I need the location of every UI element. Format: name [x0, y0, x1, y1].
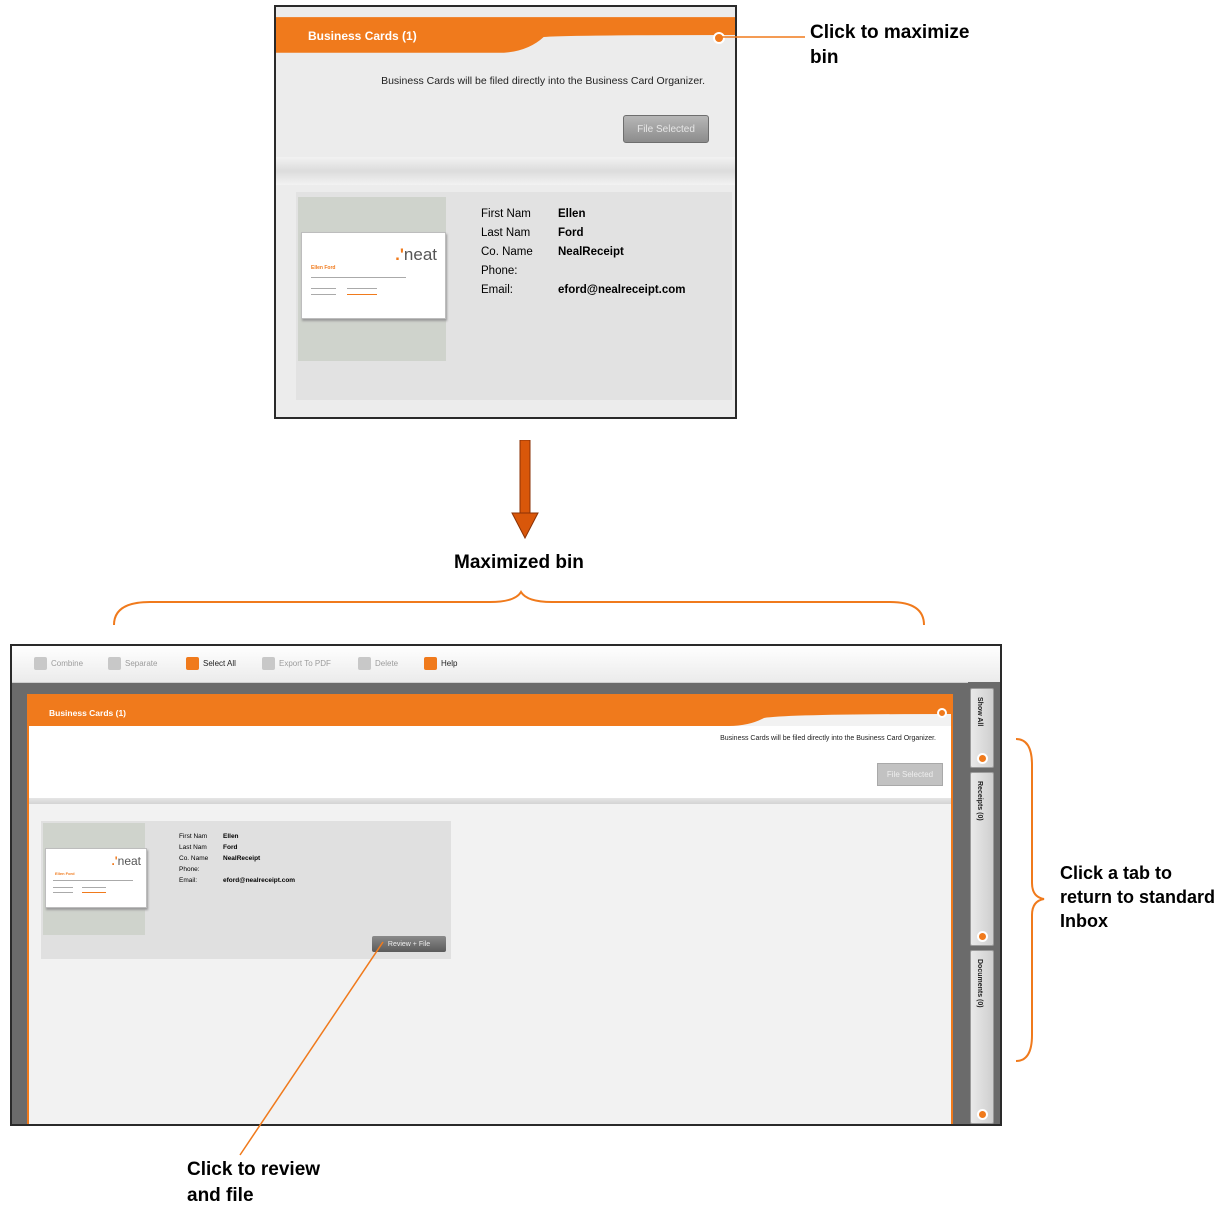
- field-value: NealReceipt: [558, 246, 624, 258]
- field-value: Ellen: [223, 833, 239, 840]
- field-value: Ford: [223, 844, 238, 851]
- tab-label: Show All: [976, 697, 983, 727]
- divider: [276, 157, 735, 185]
- field-labels: First Nam Last Nam Co. Name Phone: Email…: [481, 205, 533, 300]
- combine-icon: [34, 657, 47, 670]
- card-name: Ellen Ford: [311, 265, 336, 271]
- field-label: Email:: [179, 877, 198, 884]
- file-selected-button[interactable]: File Selected: [877, 763, 943, 786]
- help-icon: [424, 657, 437, 670]
- tab-label: Documents (0): [976, 959, 983, 1008]
- field-value: NealReceipt: [223, 855, 261, 862]
- tab-documents[interactable]: Documents (0): [970, 950, 994, 1124]
- maximize-callout-line: [720, 36, 805, 38]
- side-tabs: Show All Receipts (0) Documents (0): [968, 682, 1000, 1124]
- export-pdf-icon: [262, 657, 275, 670]
- business-card-image[interactable]: .'neat Ellen Ford: [45, 848, 147, 908]
- callout-tab-return: Click a tab to return to standard Inbox: [1060, 863, 1216, 931]
- logo-text: neat: [117, 854, 141, 868]
- tab-show-all[interactable]: Show All: [970, 688, 994, 768]
- toolbar-export-pdf[interactable]: Export To PDF: [262, 657, 331, 670]
- maximized-bin-panel: Combine Separate Select All Export To PD…: [10, 644, 1002, 1126]
- tab-circle-icon: [977, 931, 988, 942]
- select-all-icon: [186, 657, 199, 670]
- toolbar-label: Select All: [203, 659, 236, 668]
- field-label: Phone:: [481, 265, 518, 277]
- small-bin-panel: Business Cards (1) Business Cards will b…: [274, 5, 737, 419]
- divider: [29, 798, 951, 804]
- brace-top: [113, 590, 925, 626]
- field-label: First Nam: [481, 208, 531, 220]
- field-values: Ellen Ford NealReceipt eford@nealreceipt…: [558, 205, 686, 300]
- card-name: Ellen Ford: [55, 871, 75, 876]
- toolbar-delete[interactable]: Delete: [358, 657, 398, 670]
- field-value: Ford: [558, 227, 584, 239]
- neat-logo: .'neat: [395, 245, 437, 264]
- field-label: Email:: [481, 284, 513, 296]
- down-arrow: [511, 440, 539, 540]
- field-value: Ellen: [558, 208, 586, 220]
- tab-receipts[interactable]: Receipts (0): [970, 772, 994, 946]
- field-label: Last Nam: [179, 844, 207, 851]
- logo-text: neat: [403, 245, 437, 264]
- delete-icon: [358, 657, 371, 670]
- separate-icon: [108, 657, 121, 670]
- bin-title: Business Cards (1): [308, 29, 417, 43]
- toolbar-separate[interactable]: Separate: [108, 657, 157, 670]
- bin-note: Business Cards will be filed directly in…: [381, 75, 705, 87]
- toolbar-combine[interactable]: Combine: [34, 657, 83, 670]
- business-card-image[interactable]: .'neat Ellen Ford: [301, 232, 446, 319]
- field-label: Co. Name: [179, 855, 209, 862]
- toolbar-label: Combine: [51, 659, 84, 668]
- field-label: Co. Name: [481, 246, 533, 258]
- toolbar-label: Help: [441, 659, 458, 668]
- bin-content: Business Cards (1) Business Cards will b…: [27, 694, 953, 1124]
- callout-review: Click to review and file: [187, 1159, 321, 1206]
- bin-note: Business Cards will be filed directly in…: [720, 735, 936, 742]
- toolbar-label: Separate: [125, 659, 158, 668]
- toolbar-label: Export To PDF: [279, 659, 331, 668]
- field-value: [558, 262, 686, 281]
- toolbar: Combine Separate Select All Export To PD…: [12, 646, 1000, 683]
- field-values: Ellen Ford NealReceipt eford@nealreceipt…: [223, 831, 295, 886]
- field-value: [223, 864, 295, 875]
- field-labels: First Nam Last Nam Co. Name Phone: Email…: [179, 831, 208, 886]
- field-label: Phone:: [179, 866, 200, 873]
- brace-right: [1015, 738, 1045, 1062]
- callout-maximize: Click to maximize bin: [810, 22, 970, 68]
- callout-maximized: Maximized bin: [454, 552, 584, 573]
- bin-header: [29, 696, 951, 726]
- toolbar-label: Delete: [375, 659, 399, 668]
- field-label: Last Nam: [481, 227, 531, 239]
- toolbar-help[interactable]: Help: [424, 657, 457, 670]
- tab-circle-icon: [977, 753, 988, 764]
- review-callout-line: [239, 941, 384, 1156]
- bin-circle-icon[interactable]: [937, 708, 947, 718]
- neat-logo: .'neat: [111, 854, 141, 868]
- bin-title: Business Cards (1): [49, 708, 126, 718]
- tab-label: Receipts (0): [976, 781, 983, 821]
- file-selected-button[interactable]: File Selected: [623, 115, 709, 143]
- toolbar-select-all[interactable]: Select All: [186, 657, 236, 670]
- field-value: eford@nealreceipt.com: [223, 877, 296, 884]
- tab-circle-icon: [977, 1109, 988, 1120]
- field-label: First Nam: [179, 833, 208, 840]
- field-value: eford@nealreceipt.com: [558, 284, 686, 296]
